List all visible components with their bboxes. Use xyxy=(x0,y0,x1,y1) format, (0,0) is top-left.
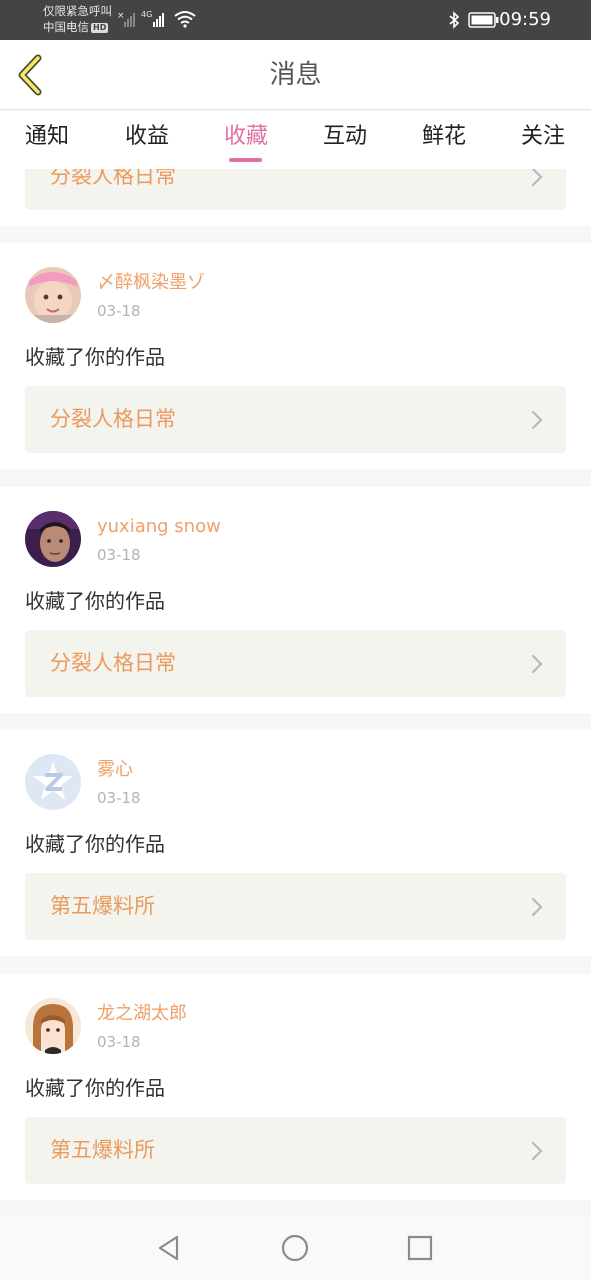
carrier-info: 仅限紧急呼叫 中国电信 HD xyxy=(43,3,112,35)
action-text: 收藏了你的作品 xyxy=(25,1076,165,1100)
work-link[interactable]: 分裂人格日常 xyxy=(25,169,566,210)
tab-notifications[interactable]: 通知 xyxy=(11,122,83,152)
nav-recents-button[interactable] xyxy=(403,1231,437,1265)
active-tab-indicator xyxy=(229,158,262,162)
message-date: 03-18 xyxy=(97,302,141,320)
signal-4g-icon: 4G xyxy=(141,10,164,27)
tab-interactions[interactable]: 互动 xyxy=(309,122,381,152)
message-date: 03-18 xyxy=(97,789,141,807)
work-title: 分裂人格日常 xyxy=(50,651,176,675)
chevron-right-icon xyxy=(531,1141,543,1161)
default-z-avatar xyxy=(25,754,81,810)
hd-badge: HD xyxy=(91,23,109,33)
app-header: 消息 xyxy=(0,40,591,110)
screen: 仅限紧急呼叫 中国电信 HD × 4G 09:59 消息 通知 收益 收藏 互动… xyxy=(0,0,591,1280)
work-link[interactable]: 第五爆料所 xyxy=(25,1117,566,1184)
username[interactable]: 雾心 xyxy=(97,759,133,781)
emergency-call-text: 仅限紧急呼叫 xyxy=(43,4,112,18)
message-card: 龙之湖太郎 03-18 收藏了你的作品 第五爆料所 xyxy=(0,974,591,1200)
carrier-name: 中国电信 xyxy=(43,20,89,34)
system-nav-bar xyxy=(0,1217,591,1280)
work-title: 第五爆料所 xyxy=(50,894,155,918)
man-photo-avatar xyxy=(25,511,81,567)
svg-text:×: × xyxy=(117,11,125,21)
message-card: 〆醉枫染墨ゾ 03-18 收藏了你的作品 分裂人格日常 xyxy=(0,243,591,469)
action-text: 收藏了你的作品 xyxy=(25,345,165,369)
clock: 09:59 xyxy=(499,9,551,30)
chevron-right-icon xyxy=(531,410,543,430)
username[interactable]: 龙之湖太郎 xyxy=(97,1003,187,1025)
avatar[interactable] xyxy=(25,998,81,1054)
message-date: 03-18 xyxy=(97,546,141,564)
work-title: 分裂人格日常 xyxy=(50,407,176,431)
tab-flowers[interactable]: 鲜花 xyxy=(408,122,480,152)
message-list[interactable]: 分裂人格日常 〆醉枫染墨ゾ 03-18 收藏了你的作品 分裂人格日常 yuxia… xyxy=(0,169,591,1217)
tab-earnings[interactable]: 收益 xyxy=(111,122,183,152)
tab-bar: 通知 收益 收藏 互动 鲜花 关注 xyxy=(0,111,591,169)
work-title: 分裂人格日常 xyxy=(50,169,176,188)
page-title: 消息 xyxy=(269,60,322,90)
bluetooth-icon xyxy=(449,11,460,29)
battery-icon xyxy=(468,12,499,28)
tab-favorites[interactable]: 收藏 xyxy=(210,122,282,152)
message-card-partial: 分裂人格日常 xyxy=(0,169,591,226)
chevron-right-icon xyxy=(531,897,543,917)
wifi-icon xyxy=(174,11,196,28)
message-card: yuxiang snow 03-18 收藏了你的作品 分裂人格日常 xyxy=(0,487,591,713)
status-bar: 仅限紧急呼叫 中国电信 HD × 4G 09:59 xyxy=(0,0,591,40)
avatar[interactable] xyxy=(25,511,81,567)
message-card: 雾心 03-18 收藏了你的作品 第五爆料所 xyxy=(0,730,591,956)
work-link[interactable]: 分裂人格日常 xyxy=(25,630,566,697)
chevron-right-icon xyxy=(531,169,543,187)
message-date: 03-18 xyxy=(97,1033,141,1051)
action-text: 收藏了你的作品 xyxy=(25,589,165,613)
username[interactable]: 〆醉枫染墨ゾ xyxy=(97,272,205,294)
signal-no-service-icon: × xyxy=(117,11,135,27)
avatar[interactable] xyxy=(25,754,81,810)
username[interactable]: yuxiang snow xyxy=(97,516,221,538)
work-link[interactable]: 第五爆料所 xyxy=(25,873,566,940)
work-title: 第五爆料所 xyxy=(50,1138,155,1162)
nav-home-button[interactable] xyxy=(278,1231,312,1265)
anime-girl-avatar xyxy=(25,998,81,1054)
work-link[interactable]: 分裂人格日常 xyxy=(25,386,566,453)
avatar[interactable] xyxy=(25,267,81,323)
action-text: 收藏了你的作品 xyxy=(25,832,165,856)
child-photo-avatar xyxy=(25,267,81,323)
chevron-right-icon xyxy=(531,654,543,674)
svg-text:4G: 4G xyxy=(141,10,152,19)
nav-back-button[interactable] xyxy=(152,1231,186,1265)
tab-follows[interactable]: 关注 xyxy=(507,122,579,152)
